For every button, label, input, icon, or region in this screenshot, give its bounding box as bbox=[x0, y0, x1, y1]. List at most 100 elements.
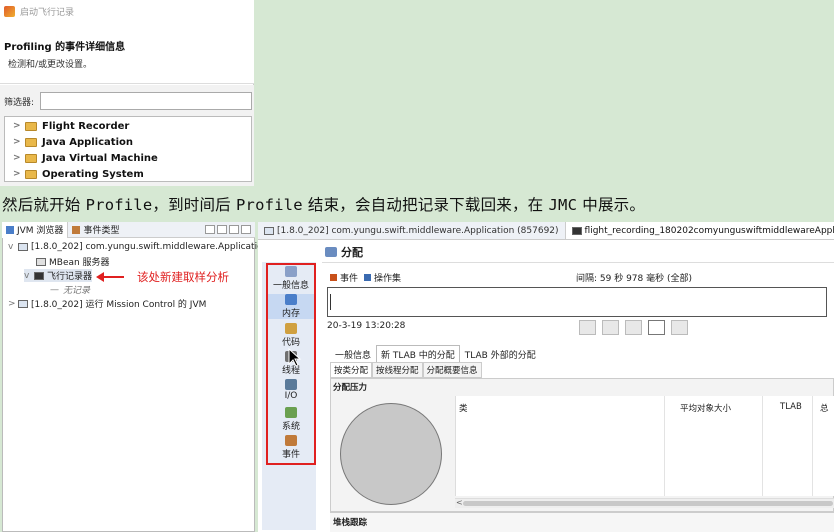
events-legend-icon bbox=[330, 274, 337, 281]
stack-trace-panel bbox=[330, 512, 834, 532]
allocation-icon bbox=[325, 247, 337, 257]
memory-icon bbox=[285, 294, 297, 305]
jvm-instance-icon bbox=[18, 243, 28, 251]
recording-icon bbox=[571, 226, 582, 235]
tab-application[interactable]: [1.8.0_202] com.yungu.swift.middleware.A… bbox=[258, 222, 566, 239]
sync-button[interactable] bbox=[671, 320, 688, 335]
column-header-avg-size[interactable]: 平均对象大小 bbox=[680, 402, 731, 414]
tree-item-no-record: — 无记录 bbox=[50, 284, 91, 297]
flight-recorder-icon bbox=[34, 271, 44, 280]
nav-system[interactable]: 系统 bbox=[268, 407, 314, 432]
jvm-icon bbox=[6, 225, 14, 234]
jvm-instance-icon bbox=[264, 226, 274, 235]
nav-memory[interactable]: 内存 bbox=[268, 294, 314, 319]
maximize-icon[interactable] bbox=[241, 225, 251, 234]
column-divider bbox=[812, 396, 813, 496]
jvm-instance-icon bbox=[18, 299, 28, 308]
events-icon bbox=[285, 435, 297, 446]
editor-tabs: [1.8.0_202] com.yungu.swift.middleware.A… bbox=[258, 222, 834, 240]
dialog-titlebar: 启动飞行记录 bbox=[0, 0, 254, 22]
chevron-right-icon[interactable]: > bbox=[13, 121, 25, 131]
scroll-left-icon[interactable]: < bbox=[456, 498, 463, 507]
arrow-left-icon bbox=[96, 272, 104, 282]
folder-icon bbox=[25, 137, 37, 147]
chevron-right-icon[interactable]: > bbox=[13, 153, 25, 163]
tab-jvm-browser[interactable]: JVM 浏览器 bbox=[2, 221, 69, 238]
tree-item-java-virtual-machine[interactable]: > Java Virtual Machine bbox=[13, 150, 158, 166]
minimize-icon[interactable] bbox=[229, 225, 239, 234]
general-icon bbox=[285, 266, 297, 277]
nav-code[interactable]: 代码 bbox=[268, 323, 314, 348]
horizontal-scrollbar[interactable]: < bbox=[455, 498, 834, 508]
code-icon bbox=[285, 323, 297, 334]
dialog-header bbox=[0, 22, 254, 84]
operation-set-legend-icon bbox=[364, 274, 372, 281]
allocation-title: 分配 bbox=[325, 244, 363, 260]
legend-row: 事件 操作集 bbox=[330, 271, 401, 284]
mbean-icon bbox=[36, 257, 46, 266]
tree-item-operating-system[interactable]: > Operating System bbox=[13, 166, 144, 182]
mouse-cursor-icon bbox=[288, 348, 302, 367]
dialog-title: 启动飞行记录 bbox=[20, 7, 75, 18]
zoom-in-button[interactable] bbox=[648, 320, 665, 335]
folder-icon bbox=[25, 121, 37, 131]
column-divider bbox=[664, 396, 665, 496]
allocation-table bbox=[455, 396, 834, 496]
next-button[interactable] bbox=[625, 320, 642, 335]
tab-by-class[interactable]: 按类分配 bbox=[330, 362, 373, 378]
chevron-down-icon[interactable]: v bbox=[8, 242, 18, 252]
chevron-down-icon[interactable]: v bbox=[24, 271, 34, 281]
tab-by-thread[interactable]: 按线程分配 bbox=[372, 362, 423, 378]
nav-general[interactable]: 一般信息 bbox=[268, 266, 314, 291]
filter-label: 筛选器: bbox=[4, 98, 35, 108]
jmc-logo-icon bbox=[4, 5, 15, 17]
chevron-right-icon[interactable]: > bbox=[13, 137, 25, 147]
divider bbox=[322, 262, 834, 263]
column-divider bbox=[762, 396, 763, 496]
tab-summary[interactable]: 分配概要信息 bbox=[422, 362, 482, 378]
connect-icon[interactable] bbox=[205, 225, 215, 234]
event-tree: > Flight Recorder > Java Application > J… bbox=[4, 116, 252, 182]
event-types-icon bbox=[72, 225, 81, 234]
range-handle[interactable] bbox=[330, 294, 331, 310]
jvm-browser-tabs: JVM 浏览器 事件类型 bbox=[2, 221, 255, 238]
explanation-text: 然后就开始 Profile，到时间后 Profile 结束，会自动把记录下载回来… bbox=[2, 196, 646, 214]
column-header-tlab[interactable]: TLAB bbox=[780, 402, 802, 412]
chevron-right-icon[interactable]: > bbox=[13, 169, 25, 179]
legend-events[interactable]: 事件 bbox=[340, 271, 358, 284]
allocation-pressure-title: 分配压力 bbox=[333, 383, 368, 393]
allocation-subtabs: 按类分配 按线程分配 分配概要信息 bbox=[330, 362, 482, 378]
filter-input[interactable] bbox=[40, 92, 252, 110]
io-icon bbox=[285, 379, 297, 390]
folder-icon bbox=[25, 169, 37, 179]
timeline-range[interactable] bbox=[327, 287, 827, 317]
tree-item-flight-recorder[interactable]: > Flight Recorder bbox=[13, 118, 129, 134]
start-date: 20-3-19 13:20:28 bbox=[327, 321, 406, 331]
tree-item-flight-recorder[interactable]: v 飞行记录器 bbox=[24, 269, 93, 282]
column-header-class[interactable]: 类 bbox=[459, 402, 468, 414]
tab-flight-recording[interactable]: flight_recording_180202comyunguswiftmidd… bbox=[565, 222, 834, 239]
chevron-right-icon[interactable]: > bbox=[8, 299, 18, 309]
scrollbar-thumb[interactable] bbox=[463, 501, 833, 506]
dash-icon: — bbox=[50, 284, 59, 295]
duration-readout: 间隔: 59 秒 978 毫秒 (全部) bbox=[576, 274, 692, 284]
nav-io[interactable]: I/O bbox=[268, 379, 314, 401]
zoom-out-button[interactable] bbox=[579, 320, 596, 335]
system-icon bbox=[285, 407, 297, 418]
tree-item-jvm-application[interactable]: v [1.8.0_202] com.yungu.swift.middleware… bbox=[8, 242, 275, 252]
nav-events[interactable]: 事件 bbox=[268, 435, 314, 460]
stack-trace-title: 堆栈跟踪 bbox=[333, 518, 368, 528]
tab-event-types[interactable]: 事件类型 bbox=[68, 222, 123, 238]
annotation-text: 该处新建取样分析 bbox=[137, 270, 229, 284]
dialog-subtitle: 检测和/或更改设置。 bbox=[8, 60, 93, 70]
tree-item-mission-control-jvm[interactable]: > [1.8.0_202] 运行 Mission Control 的 JVM bbox=[8, 297, 206, 311]
tree-mode-icon[interactable] bbox=[217, 225, 227, 234]
allocation-pie-chart bbox=[340, 403, 442, 505]
previous-button[interactable] bbox=[602, 320, 619, 335]
folder-icon bbox=[25, 153, 37, 163]
tree-item-mbean-server[interactable]: MBean 服务器 bbox=[36, 255, 110, 268]
tree-item-java-application[interactable]: > Java Application bbox=[13, 134, 133, 150]
dialog-heading: Profiling 的事件详细信息 bbox=[4, 42, 126, 53]
column-header-total[interactable]: 总 bbox=[820, 402, 829, 414]
legend-operation-set[interactable]: 操作集 bbox=[374, 271, 401, 284]
